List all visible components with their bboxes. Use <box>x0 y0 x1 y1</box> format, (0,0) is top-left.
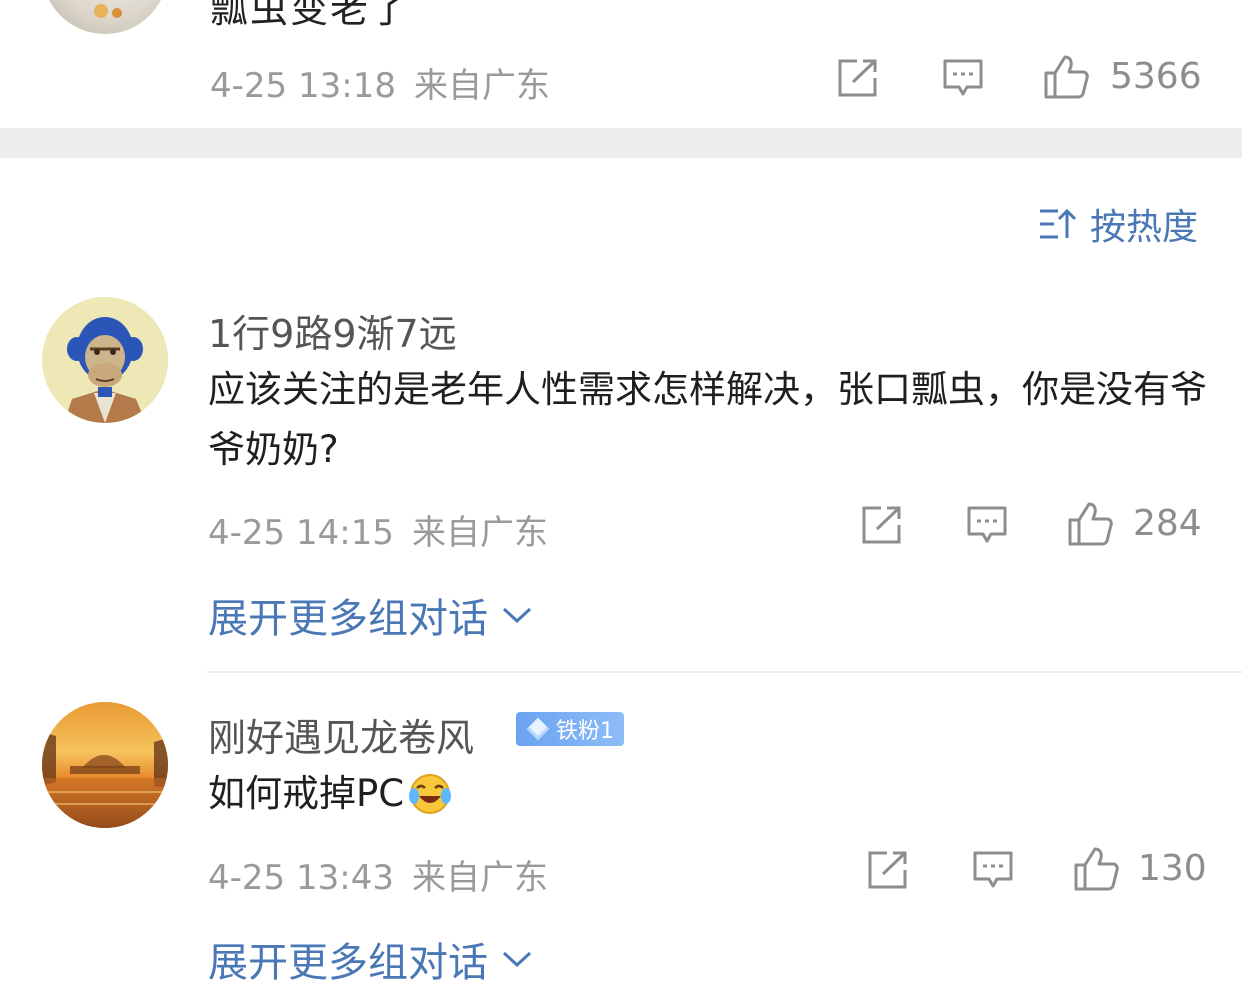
comment-meta: 4-25 14:15 来自广东 <box>208 505 548 554</box>
sort-by-hot-button[interactable]: 按热度 <box>1038 200 1198 248</box>
sort-icon <box>1039 208 1076 239</box>
thumbs-up-icon[interactable] <box>1067 501 1115 547</box>
divider <box>207 671 1242 673</box>
comment-icon[interactable] <box>972 850 1014 890</box>
comment-location: 来自广东 <box>413 66 550 106</box>
avatar[interactable] <box>42 702 168 828</box>
comment-location: 来自广东 <box>411 513 548 553</box>
badge-label: 铁粉1 <box>556 719 614 744</box>
expand-more-replies-button[interactable]: 展开更多组对话 <box>208 586 532 644</box>
chevron-down-icon <box>502 607 532 624</box>
avatar[interactable] <box>42 297 168 423</box>
comment-text: 瓢虫变老了 <box>210 0 411 31</box>
share-icon[interactable] <box>867 850 909 890</box>
chevron-down-icon <box>502 951 532 968</box>
comment-time: 4-25 13:43 <box>208 858 394 898</box>
comment-location: 来自广东 <box>411 858 548 898</box>
comment-icon[interactable] <box>966 505 1008 545</box>
expand-label: 展开更多组对话 <box>208 596 488 642</box>
thumbs-up-icon[interactable] <box>1073 846 1121 892</box>
avatar[interactable] <box>42 0 168 34</box>
laugh-cry-emoji-icon <box>409 774 452 814</box>
comment-text: 如何戒掉PC <box>208 772 405 815</box>
username[interactable]: 刚好遇见龙卷风 <box>208 707 474 762</box>
like-count: 5366 <box>1110 56 1202 97</box>
expand-label: 展开更多组对话 <box>208 940 488 986</box>
comment-meta: 4-25 13:18 来自广东 <box>210 58 550 107</box>
comment-icon[interactable] <box>942 58 984 98</box>
diamond-icon <box>526 717 550 741</box>
comment-text: 应该关注的是老年人性需求怎样解决，张口瓢虫，你是没有爷爷奶奶? <box>208 368 1207 471</box>
fan-badge: 铁粉1 <box>516 712 624 746</box>
section-divider <box>0 128 1242 158</box>
expand-more-replies-button[interactable]: 展开更多组对话 <box>208 930 532 988</box>
comment-time: 4-25 13:18 <box>210 66 396 106</box>
sort-label: 按热度 <box>1089 207 1198 248</box>
comment-text-row: 如何戒掉PC <box>208 764 1208 824</box>
share-icon[interactable] <box>861 505 903 545</box>
share-icon[interactable] <box>837 58 879 98</box>
username[interactable]: 1行9路9渐7远 <box>208 303 457 358</box>
comment-time: 4-25 14:15 <box>208 513 394 553</box>
thumbs-up-icon[interactable] <box>1043 54 1091 100</box>
comment-feed: 瓢虫变老了 4-25 13:18 来自广东 5366 按热度 1行9路9渐7远 … <box>0 0 1242 1007</box>
comment-meta: 4-25 13:43 来自广东 <box>208 850 548 899</box>
like-count: 130 <box>1138 848 1207 889</box>
like-count: 284 <box>1133 503 1202 544</box>
